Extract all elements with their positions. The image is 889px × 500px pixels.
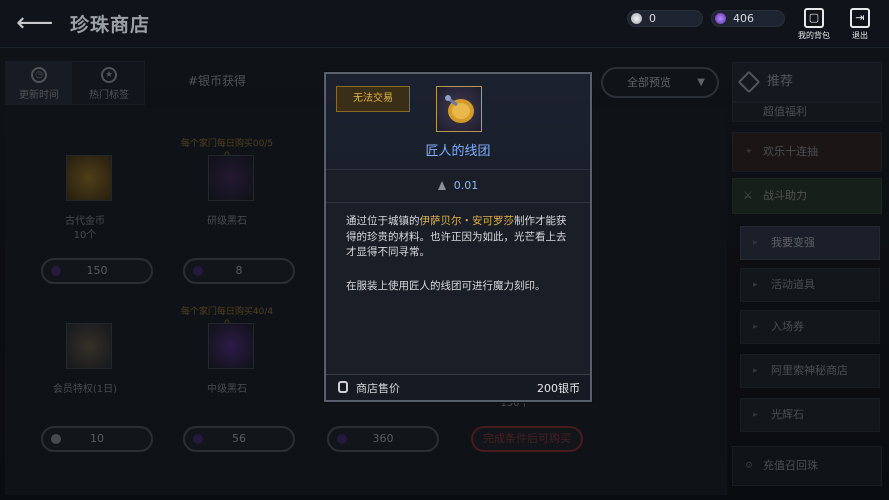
page-title: 珍珠商店 [70, 14, 151, 36]
item-name: 匠人的线团 [425, 144, 491, 159]
weight-value: 0.01 [453, 179, 479, 192]
exit-button[interactable]: ⇥ 退出 [842, 8, 878, 41]
sell-price-row: 商店售价 200银币 [326, 374, 590, 400]
money-bag-icon [338, 381, 348, 393]
exit-label: 退出 [852, 31, 868, 40]
item-weight: 0.01 [326, 169, 590, 203]
gem-value: 406 [733, 12, 754, 25]
backpack-icon: ▢ [804, 8, 824, 28]
item-description: 通过位于城镇的伊萨贝尔・安可罗莎制作才能获得的珍贵的材料。也许正因为如此，光芒看… [346, 215, 567, 258]
untradeable-badge: 无法交易 [336, 86, 410, 112]
backpack-label: 我的背包 [798, 31, 830, 40]
item-usage: 在服装上使用匠人的线团可进行魔力刻印。 [346, 280, 546, 292]
back-arrow-icon[interactable]: ⟵ [16, 10, 53, 36]
backpack-button[interactable]: ▢ 我的背包 [796, 8, 832, 41]
pearl-icon [631, 13, 642, 24]
top-bar: ⟵ 珍珠商店 0 406 ▢ 我的背包 ⇥ 退出 [0, 0, 889, 48]
exit-icon: ⇥ [850, 8, 870, 28]
weight-icon [437, 181, 446, 190]
pearl-currency: 0 [627, 10, 703, 27]
pearl-value: 0 [649, 12, 656, 25]
item-tooltip-popup: 无法交易 匠人的线团 0.01 通过位于城镇的伊萨贝尔・安可罗莎制作才能获得的珍… [324, 72, 592, 402]
thread-ball-icon [436, 86, 482, 132]
gem-currency: 406 [711, 10, 785, 27]
purple-gem-icon [715, 13, 726, 24]
sell-price-value: 200银币 [537, 382, 580, 395]
popup-header: 无法交易 匠人的线团 [326, 74, 590, 168]
sell-price-label: 商店售价 [356, 382, 400, 395]
pearl-shop-screen: ⟵ 珍珠商店 0 406 ▢ 我的背包 ⇥ 退出 ◷ 更新时间 ★ 热门标签 #… [0, 0, 889, 500]
